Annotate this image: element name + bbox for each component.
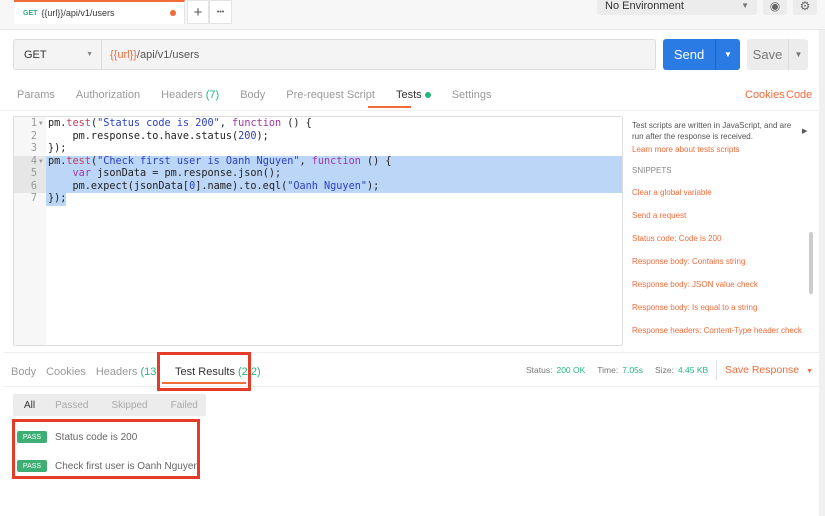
save-label: Save bbox=[752, 47, 783, 62]
snippet-item[interactable]: Response body: JSON value check bbox=[632, 280, 758, 289]
tab-headers-label: Headers bbox=[161, 89, 203, 101]
highlight-box bbox=[157, 352, 251, 391]
tab-response-headers[interactable]: Headers (13) bbox=[96, 366, 160, 378]
url-path: /api/v1/users bbox=[136, 48, 200, 61]
chevron-down-icon: ▼ bbox=[806, 368, 813, 375]
code-line: 7}); bbox=[30, 193, 67, 206]
method-label: GET bbox=[24, 48, 47, 61]
active-dot-icon bbox=[424, 92, 431, 98]
tab-tests-label: Tests bbox=[395, 89, 422, 101]
filter-passed[interactable]: Passed bbox=[55, 400, 88, 411]
tab-response-body[interactable]: Body bbox=[11, 366, 36, 378]
more-tabs-button[interactable]: ••• bbox=[209, 0, 232, 24]
send-button[interactable]: Send ▼ bbox=[663, 39, 740, 70]
code-text: pm.test("Check first user is Oanh Nguyen… bbox=[46, 155, 622, 168]
tab-headers-count: (7) bbox=[205, 89, 220, 101]
size-value: 4.45 KB bbox=[677, 365, 709, 375]
chevron-down-icon: ▼ bbox=[86, 51, 93, 58]
send-dropdown-icon[interactable]: ▼ bbox=[715, 39, 740, 70]
window-scrollbar[interactable] bbox=[819, 30, 825, 516]
tab-response-cookies[interactable]: Cookies bbox=[46, 366, 86, 378]
code-text: pm.expect(jsonData[0].name).to.eql("Oanh… bbox=[46, 180, 622, 193]
tab-headers[interactable]: Headers (7) bbox=[161, 89, 219, 101]
request-tab-method: GET bbox=[23, 9, 38, 17]
snippets-scrollbar[interactable] bbox=[809, 232, 813, 294]
learn-more-link[interactable]: Learn more about tests scripts bbox=[632, 144, 807, 155]
snippet-item[interactable]: Response headers: Content-Type header ch… bbox=[632, 326, 802, 335]
new-tab-button[interactable]: + bbox=[187, 0, 209, 24]
code-line: 3}); bbox=[30, 143, 67, 154]
tab-pre-request-script[interactable]: Pre-request Script bbox=[286, 89, 375, 101]
chevron-down-icon: ▼ bbox=[741, 1, 749, 10]
side-panel: Test scripts are written in JavaScript, … bbox=[632, 120, 807, 176]
request-tab-title: {{url}}/api/v1/users bbox=[41, 8, 115, 18]
snippet-item[interactable]: Response body: Contains string bbox=[632, 257, 745, 266]
tab-params[interactable]: Params bbox=[17, 89, 55, 101]
status-value: 200 OK bbox=[556, 365, 586, 375]
active-tab-indicator bbox=[368, 106, 411, 108]
tab-body[interactable]: Body bbox=[240, 89, 265, 101]
request-tabs: Params Authorization Headers (7) Body Pr… bbox=[17, 89, 512, 101]
time-label: Time: bbox=[597, 365, 619, 375]
time-value: 7.05s bbox=[622, 365, 644, 375]
tab-tests[interactable]: Tests bbox=[396, 89, 431, 101]
code-line: 6 pm.expect(jsonData[0].name).to.eql("Oa… bbox=[14, 180, 622, 193]
filter-skipped[interactable]: Skipped bbox=[111, 400, 147, 411]
tab-response-headers-label: Headers bbox=[95, 366, 138, 378]
result-filters: All Passed Skipped Failed bbox=[13, 394, 206, 416]
send-label: Send bbox=[673, 47, 705, 62]
cookies-link[interactable]: Cookies bbox=[745, 89, 785, 101]
code-line: 5 var jsonData = pm.response.json(); bbox=[14, 168, 622, 181]
snippets-title: SNIPPETS bbox=[632, 166, 672, 175]
highlight-box bbox=[12, 419, 200, 479]
divider bbox=[716, 360, 717, 380]
divider bbox=[4, 352, 819, 353]
snippet-item[interactable]: Status code: Code is 200 bbox=[632, 234, 721, 243]
tab-settings[interactable]: Settings bbox=[452, 89, 492, 101]
url-input[interactable]: {{url}}/api/v1/users bbox=[102, 40, 199, 69]
snippet-item[interactable]: Send a request bbox=[632, 211, 686, 220]
collapse-panel-icon[interactable]: ▶ bbox=[802, 127, 807, 135]
divider bbox=[0, 110, 825, 111]
divider bbox=[4, 386, 819, 387]
eye-icon[interactable]: ◉ bbox=[763, 0, 787, 15]
save-response-button[interactable]: Save Response ▼ bbox=[725, 364, 813, 376]
save-button[interactable]: Save ▼ bbox=[747, 39, 808, 70]
code-text: pm.response.to.have.status(200); bbox=[48, 130, 269, 142]
code-text: var jsonData = pm.response.json(); bbox=[46, 168, 622, 181]
response-meta: Status: 200 OK Time: 7.05s Size: 4.45 KB bbox=[526, 365, 708, 375]
code-link[interactable]: Code bbox=[786, 89, 812, 101]
snippet-item[interactable]: Clear a global variable bbox=[632, 188, 712, 197]
code-text: }); bbox=[46, 193, 67, 206]
tab-authorization[interactable]: Authorization bbox=[76, 89, 140, 101]
environment-label: No Environment bbox=[605, 0, 684, 12]
code-line: 2 pm.response.to.have.status(200); bbox=[30, 130, 269, 142]
method-select[interactable]: GET ▼ bbox=[14, 40, 102, 69]
filter-all[interactable]: All bbox=[24, 400, 35, 411]
code-line: 4 ▼ pm.test("Check first user is Oanh Nguy… bbox=[14, 155, 622, 168]
url-bar: GET ▼ {{url}}/api/v1/users bbox=[13, 39, 656, 70]
request-tab[interactable]: GET {{url}}/api/v1/users bbox=[14, 0, 185, 24]
environment-select[interactable]: No Environment ▼ bbox=[597, 0, 757, 15]
save-response-label: Save Response bbox=[725, 364, 800, 376]
snippet-item[interactable]: Response body: Is equal to a string bbox=[632, 303, 757, 312]
size-label: Size: bbox=[655, 365, 674, 375]
url-variable: {{url}} bbox=[110, 48, 137, 61]
side-description: Test scripts are written in JavaScript, … bbox=[632, 121, 792, 141]
code-text: pm.test("Status code is 200", function (… bbox=[48, 118, 312, 129]
unsaved-dot-icon bbox=[170, 10, 176, 16]
filter-failed[interactable]: Failed bbox=[171, 400, 198, 411]
code-line: 1 ▼ pm.test("Status code is 200", function… bbox=[30, 118, 312, 129]
test-script-editor[interactable]: 1 ▼ pm.test("Status code is 200", function… bbox=[13, 116, 623, 346]
code-text: }); bbox=[48, 143, 67, 154]
status-label: Status: bbox=[526, 365, 553, 375]
gear-icon[interactable]: ⚙ bbox=[793, 0, 817, 15]
save-dropdown-icon[interactable]: ▼ bbox=[788, 39, 808, 70]
